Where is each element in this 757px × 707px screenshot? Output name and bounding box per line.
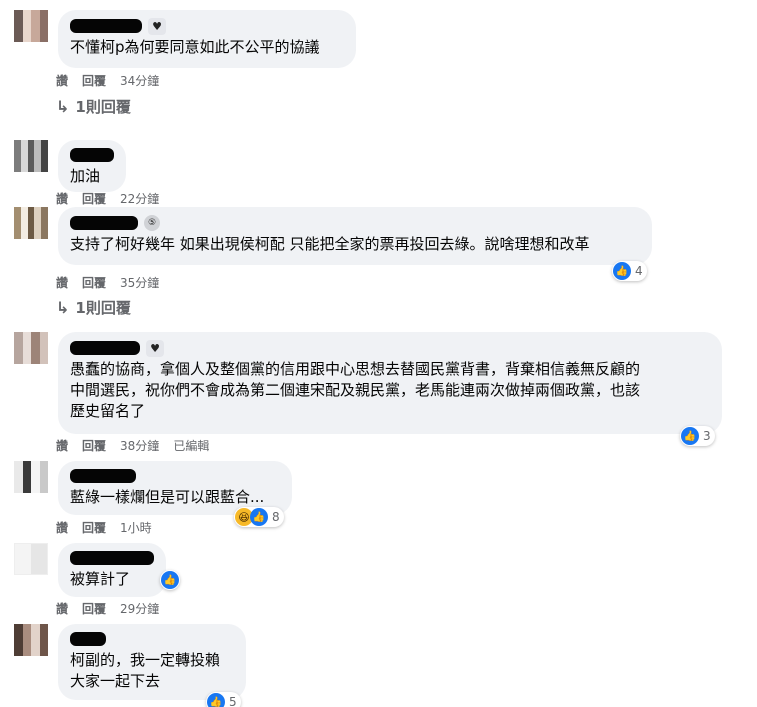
comment-bubble: 被算計了 bbox=[58, 543, 166, 597]
reaction-count: 5 bbox=[229, 695, 237, 707]
like-action[interactable]: 讚 bbox=[56, 274, 68, 291]
thumbs-up-icon: 👍 bbox=[250, 508, 268, 526]
avatar[interactable] bbox=[14, 10, 48, 42]
author-name-redacted[interactable] bbox=[70, 469, 136, 483]
author-name-redacted[interactable] bbox=[70, 19, 142, 33]
reaction-count: 4 bbox=[635, 264, 643, 278]
avatar[interactable] bbox=[14, 332, 48, 364]
comment-bubble: ⑤ 支持了柯好幾年 如果出現侯柯配 只能把全家的票再投回去綠。說啥理想和改革 bbox=[58, 207, 652, 265]
thumbs-up-icon: 👍 bbox=[681, 427, 699, 445]
comment-text: 柯副的，我一定轉投賴 大家一起下去 bbox=[70, 651, 221, 690]
comment-text: 支持了柯好幾年 如果出現侯柯配 只能把全家的票再投回去綠。說啥理想和改革 bbox=[70, 235, 590, 253]
comment-actions: 讚回覆 35分鐘 bbox=[56, 274, 159, 291]
comment-bubble: ♥ 不懂柯p為何要同意如此不公平的協議 bbox=[58, 10, 356, 68]
badge-icon: ♥ bbox=[146, 339, 164, 357]
author-name-redacted[interactable] bbox=[70, 216, 138, 230]
avatar[interactable] bbox=[14, 140, 48, 172]
reactions-summary[interactable]: 👍 4 bbox=[612, 261, 647, 281]
reply-action[interactable]: 回覆 bbox=[82, 519, 106, 536]
reply-arrow-icon: ↳ bbox=[56, 97, 70, 116]
comment-bubble: ♥ 愚蠢的協商，拿個人及整個黨的信用跟中心思想去替國民黨背書，背棄相信義無反顧的… bbox=[58, 332, 722, 434]
like-action[interactable]: 讚 bbox=[56, 190, 68, 207]
avatar[interactable] bbox=[14, 461, 48, 493]
reaction-count: 8 bbox=[272, 510, 280, 524]
reply-action[interactable]: 回覆 bbox=[82, 437, 106, 454]
timestamp[interactable]: 1小時 bbox=[120, 519, 152, 536]
reply-action[interactable]: 回覆 bbox=[82, 190, 106, 207]
reply-action[interactable]: 回覆 bbox=[82, 274, 106, 291]
author-name-redacted[interactable] bbox=[70, 148, 114, 162]
reply-action[interactable]: 回覆 bbox=[82, 600, 106, 617]
comment-bubble: 加油 bbox=[58, 140, 126, 192]
comment-actions: 讚回覆 1小時 bbox=[56, 519, 152, 536]
like-action[interactable]: 讚 bbox=[56, 72, 68, 89]
timestamp[interactable]: 22分鐘 bbox=[120, 190, 159, 207]
comment-text: 被算計了 bbox=[70, 570, 131, 588]
edited-label[interactable]: 已編輯 bbox=[173, 437, 209, 454]
badge-icon: ⑤ bbox=[144, 215, 160, 231]
reply-action[interactable]: 回覆 bbox=[82, 72, 106, 89]
author-name-redacted[interactable] bbox=[70, 341, 140, 355]
timestamp[interactable]: 34分鐘 bbox=[120, 72, 159, 89]
like-action[interactable]: 讚 bbox=[56, 519, 68, 536]
avatar[interactable] bbox=[14, 624, 48, 656]
reply-arrow-icon: ↳ bbox=[56, 298, 70, 317]
reactions-summary[interactable]: 😆 👍 8 bbox=[234, 507, 284, 527]
badge-icon: ♥ bbox=[148, 17, 166, 35]
reaction-count: 3 bbox=[703, 429, 711, 443]
timestamp[interactable]: 35分鐘 bbox=[120, 274, 159, 291]
comment-text: 愚蠢的協商，拿個人及整個黨的信用跟中心思想去替國民黨背書，背棄相信義無反顧的 中… bbox=[70, 360, 641, 420]
comment-text: 藍綠一樣爛但是可以跟藍合... bbox=[70, 488, 265, 506]
thumbs-up-icon: 👍 bbox=[207, 693, 225, 707]
view-replies-button[interactable]: ↳ 1則回覆 bbox=[56, 297, 131, 318]
comment-text: 加油 bbox=[70, 167, 101, 185]
replies-count: 1則回覆 bbox=[75, 299, 131, 317]
comment-actions: 讚回覆 38分鐘 已編輯 bbox=[56, 437, 209, 454]
timestamp[interactable]: 38分鐘 bbox=[120, 437, 159, 454]
comment-actions: 讚回覆 29分鐘 bbox=[56, 600, 159, 617]
thumbs-up-icon: 👍 bbox=[613, 262, 631, 280]
comment-text: 不懂柯p為何要同意如此不公平的協議 bbox=[70, 38, 320, 56]
comment-actions: 讚回覆 34分鐘 bbox=[56, 72, 159, 89]
avatar[interactable] bbox=[14, 207, 48, 239]
author-name-redacted[interactable] bbox=[70, 632, 106, 646]
comment-bubble: 柯副的，我一定轉投賴 大家一起下去 bbox=[58, 624, 246, 700]
like-action[interactable]: 讚 bbox=[56, 437, 68, 454]
reactions-summary[interactable]: 👍 3 bbox=[680, 426, 715, 446]
replies-count: 1則回覆 bbox=[75, 98, 131, 116]
reactions-summary[interactable]: 👍 bbox=[160, 570, 180, 590]
thumbs-up-icon: 👍 bbox=[161, 571, 179, 589]
avatar[interactable] bbox=[14, 543, 48, 575]
view-replies-button[interactable]: ↳ 1則回覆 bbox=[56, 96, 131, 117]
author-name-redacted[interactable] bbox=[70, 551, 154, 565]
comment-actions: 讚回覆 22分鐘 bbox=[56, 190, 159, 207]
timestamp[interactable]: 29分鐘 bbox=[120, 600, 159, 617]
reactions-summary[interactable]: 👍 5 bbox=[206, 692, 241, 707]
like-action[interactable]: 讚 bbox=[56, 600, 68, 617]
